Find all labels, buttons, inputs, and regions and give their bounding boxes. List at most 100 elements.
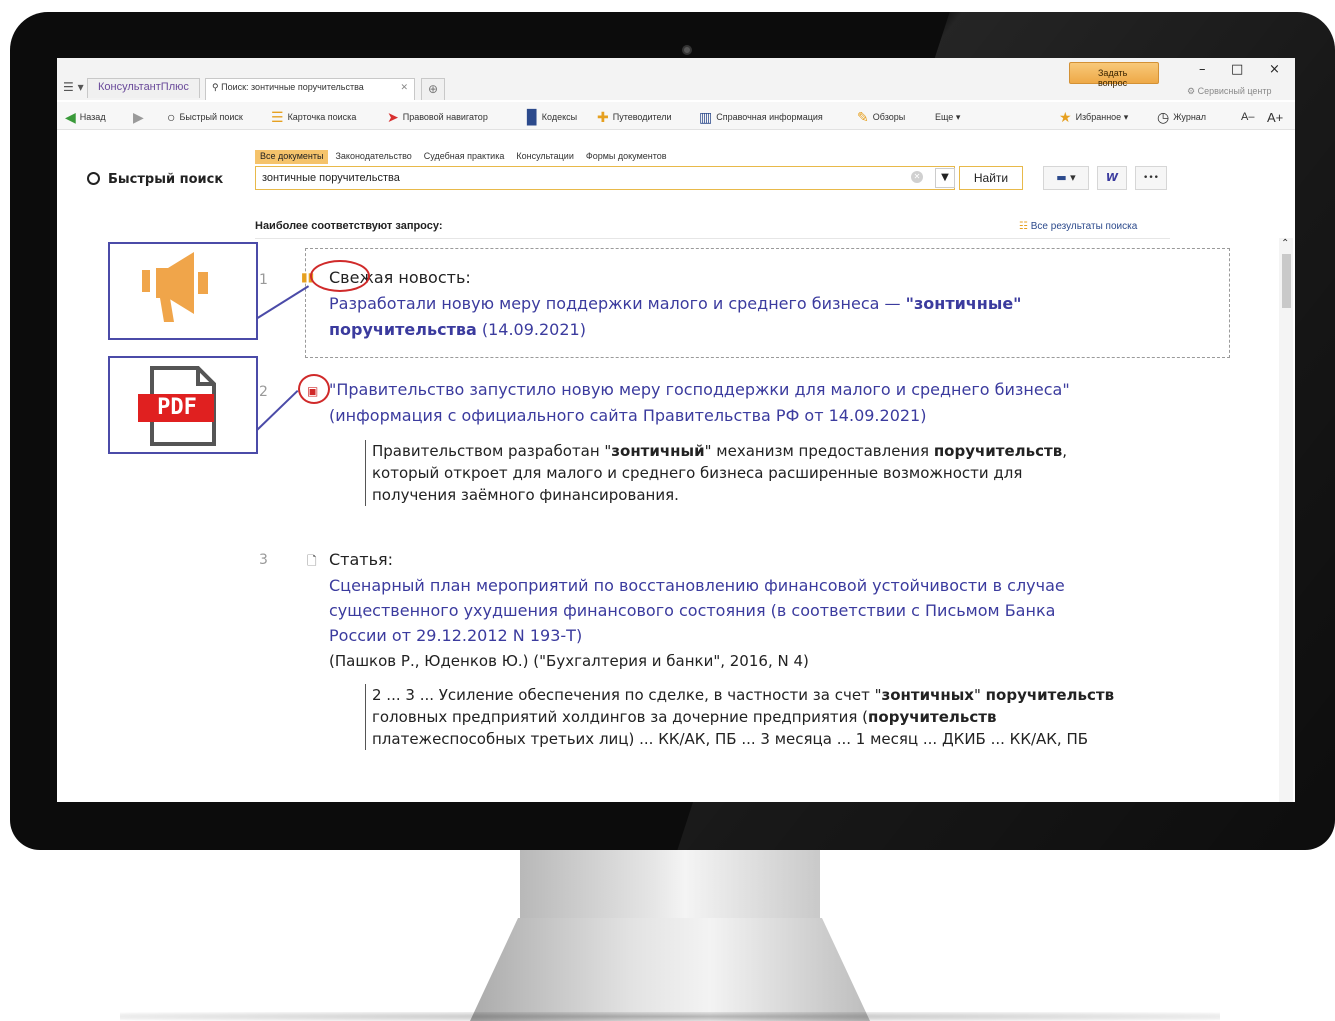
result-3-link-cont[interactable]: существенного ухудшения финансового сост… — [329, 599, 1055, 623]
search-card-icon: ☰ — [271, 109, 284, 125]
font-increase-button[interactable]: A+ — [1267, 108, 1283, 126]
search-input[interactable]: зонтичные поручительства — [255, 166, 955, 190]
navigator-icon: ➤ — [387, 109, 399, 125]
all-results-link[interactable]: ☷ Все результаты поиска — [1019, 221, 1137, 232]
font-decrease-button[interactable]: A– — [1241, 108, 1254, 126]
tab-search[interactable]: ⚲ Поиск: зонтичные поручительства ✕ — [205, 78, 415, 100]
filter-consultations[interactable]: Консультации — [511, 150, 579, 164]
clear-search-icon[interactable]: ✕ — [911, 171, 923, 183]
tab-search-label: Поиск: зонтичные поручительства — [221, 82, 364, 92]
search-card-button[interactable]: ☰ Карточка поиска — [271, 108, 356, 126]
snippet-text: " механизм предоставления — [704, 442, 934, 460]
maximize-button[interactable]: □ — [1231, 62, 1243, 77]
guides-button[interactable]: ✚ Путеводители — [597, 108, 672, 126]
back-label: Назад — [79, 112, 106, 122]
result-2-link[interactable]: "Правительство запустило новую меру госп… — [329, 378, 1070, 402]
scrollbar[interactable] — [1279, 238, 1293, 802]
snippet-line: который откроет для малого и среднего би… — [372, 464, 1023, 482]
result-3-snippet: 2 ... 3 ... Усиление обеспечения по сдел… — [365, 684, 1114, 750]
list-icon: ☷ — [1019, 221, 1031, 232]
scroll-up-icon[interactable]: ⌃ — [1281, 238, 1289, 249]
clock-icon: ◷ — [1157, 109, 1170, 125]
legal-navigator-button[interactable]: ➤ Правовой навигатор — [387, 108, 488, 126]
filter-forms[interactable]: Формы документов — [581, 150, 672, 164]
highlight-ellipse — [298, 374, 330, 404]
monitor-stand — [470, 918, 870, 1021]
books-icon: ▥ — [699, 109, 713, 125]
find-button[interactable]: Найти — [959, 166, 1023, 190]
search-filter-tabs: Все документы Законодательство Судебная … — [255, 150, 674, 164]
result-1-link[interactable]: Разработали новую меру поддержки малого … — [329, 292, 1022, 316]
service-center-label: Сервисный центр — [1197, 86, 1272, 96]
snippet-line: головных предприятий холдингов за дочерн… — [372, 706, 1114, 728]
snippet-highlight: поручительств — [868, 708, 997, 726]
scroll-thumb[interactable] — [1282, 254, 1291, 308]
star-icon: ★ — [1059, 109, 1072, 125]
ask-question-button[interactable]: Задать вопрос — [1069, 62, 1159, 88]
result-1-link-part: Разработали новую меру поддержки малого … — [329, 294, 906, 313]
arrow-left-icon: ◀ — [65, 109, 76, 125]
ask-question-label: Задать вопрос — [1098, 68, 1128, 88]
snippet-highlight: зонтичный — [611, 442, 705, 460]
search-icon: ⚲ — [212, 82, 222, 92]
snippet-text: 2 ... 3 ... Усиление обеспечения по сдел… — [372, 686, 882, 704]
signpost-icon: ✚ — [597, 109, 609, 125]
chevron-down-icon: ▾ — [953, 111, 961, 122]
result-1-link-cont[interactable]: поручительства (14.09.2021) — [329, 318, 586, 342]
print-button[interactable]: ▬ ▾ — [1043, 166, 1089, 190]
filter-legislation[interactable]: Законодательство — [330, 150, 416, 164]
snippet-line: получения заёмного финансирования. — [372, 486, 679, 504]
favorites-button[interactable]: ★ Избранное ▾ — [1059, 108, 1128, 126]
gear-icon: ⚙ — [1187, 86, 1198, 96]
tab-app-label: КонсультантПлюс — [98, 81, 189, 93]
result-2-link-cont[interactable]: (информация с официального сайта Правите… — [329, 404, 926, 428]
more-label: Еще — [935, 112, 954, 122]
result-number: 2 — [259, 384, 268, 400]
menu-icon[interactable]: ☰ ▾ — [63, 80, 84, 94]
minimize-button[interactable]: – — [1199, 62, 1206, 77]
quick-search-button[interactable]: ○ Быстрый поиск — [167, 108, 243, 126]
result-3-link[interactable]: Сценарный план мероприятий по восстановл… — [329, 574, 1065, 598]
forward-button[interactable]: ▶ — [133, 108, 148, 126]
news-callout — [108, 242, 258, 340]
divider — [255, 238, 1170, 239]
result-1-date: (14.09.2021) — [476, 320, 586, 339]
title-bar: ☰ ▾ КонсультантПлюс ⚲ Поиск: зонтичные п… — [57, 58, 1295, 100]
more-menu-button[interactable]: Еще ▾ — [935, 108, 960, 126]
results-header: Наиболее соответствуют запросу: — [255, 220, 443, 232]
quick-search-title: Быстрый поиск — [87, 172, 223, 187]
favorites-label: Избранное — [1075, 112, 1122, 122]
pdf-callout: PDF — [108, 356, 258, 454]
more-actions-button[interactable]: ••• — [1135, 166, 1167, 190]
result-3-label: Статья: — [329, 550, 394, 569]
filter-all-documents[interactable]: Все документы — [255, 150, 329, 164]
close-tab-icon[interactable]: ✕ — [400, 82, 408, 93]
quick-search-title-label: Быстрый поиск — [108, 172, 224, 187]
reference-button[interactable]: ▥ Справочная информация — [699, 108, 823, 126]
snippet-text: , — [1062, 442, 1068, 460]
snippet-highlight: зонтичных — [881, 686, 974, 704]
close-button[interactable]: × — [1269, 62, 1280, 77]
search-history-dropdown[interactable]: ▼ — [935, 168, 955, 188]
result-3-meta: (Пашков Р., Юденков Ю.) ("Бухгалтерия и … — [329, 652, 809, 670]
snippet-highlight: поручительств — [985, 686, 1115, 704]
service-center-link[interactable]: ⚙ Сервисный центр — [1187, 86, 1272, 97]
export-word-button[interactable]: W — [1097, 166, 1127, 190]
megaphone-icon — [142, 252, 208, 322]
tab-app-home[interactable]: КонсультантПлюс — [87, 78, 200, 98]
codes-button[interactable]: ▉ Кодексы — [527, 108, 577, 126]
journal-button[interactable]: ◷ Журнал — [1157, 108, 1206, 126]
new-tab-button[interactable]: ⊕ — [421, 78, 445, 100]
printer-icon: ▬ — [1056, 171, 1067, 184]
quick-search-label: Быстрый поиск — [179, 112, 243, 122]
snippet-highlight: поручительств — [933, 442, 1063, 460]
highlight-ellipse — [310, 260, 370, 292]
result-3-link-cont2[interactable]: России от 29.12.2012 N 193-Т) — [329, 624, 582, 648]
back-button[interactable]: ◀ Назад — [65, 108, 106, 126]
result-number: 3 — [259, 552, 268, 568]
reviews-button[interactable]: ✎ Обзоры — [857, 108, 905, 126]
main-toolbar: ◀ Назад ▶ ○ Быстрый поиск ☰ Карточка поиска… — [57, 102, 1295, 130]
snippet-text: " — [973, 686, 986, 704]
filter-court-practice[interactable]: Судебная практика — [419, 150, 510, 164]
pdf-label: PDF — [157, 395, 197, 420]
